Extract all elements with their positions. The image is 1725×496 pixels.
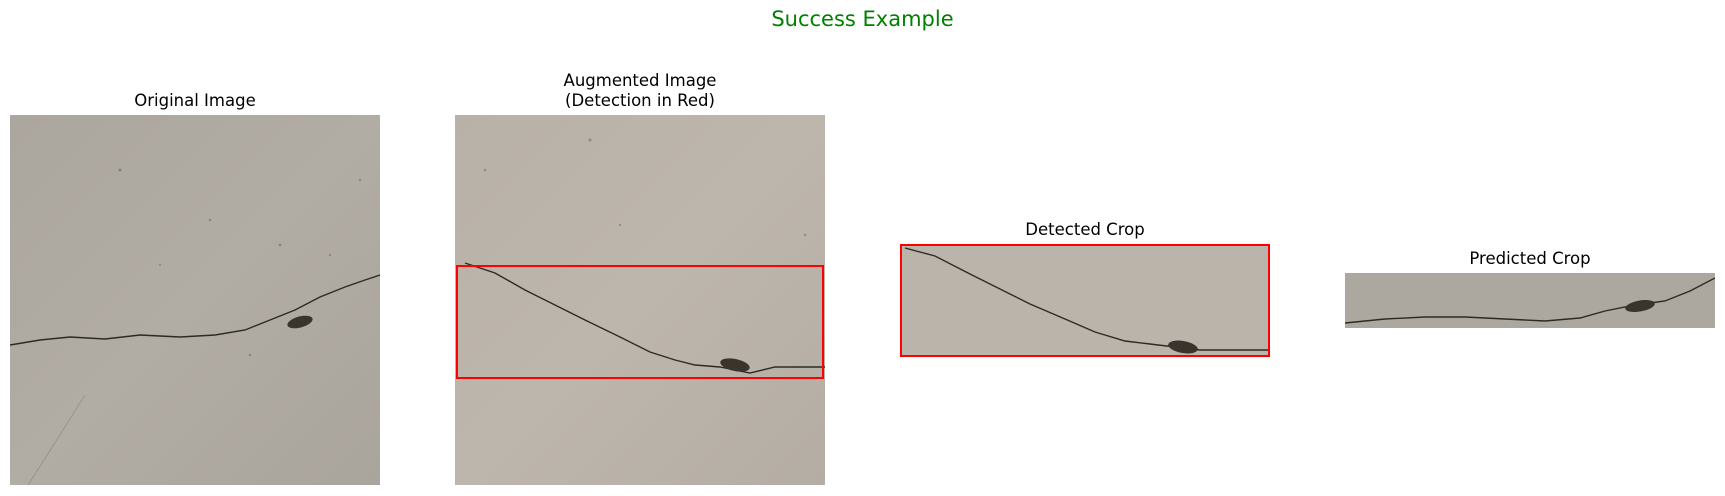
original-image	[10, 115, 380, 485]
predicted-crop-image	[1345, 273, 1715, 328]
detected-crop-border	[900, 244, 1270, 357]
panel-title-augmented: Augmented Image (Detection in Red)	[563, 71, 717, 110]
panel-title-detected-crop: Detected Crop	[1025, 220, 1145, 239]
augmented-image	[455, 115, 825, 485]
panel-title-original: Original Image	[134, 91, 256, 110]
detection-box	[456, 265, 824, 379]
panel-title-predicted-crop: Predicted Crop	[1469, 249, 1591, 268]
figure-title: Success Example	[771, 7, 954, 31]
detected-crop-image	[900, 244, 1270, 357]
